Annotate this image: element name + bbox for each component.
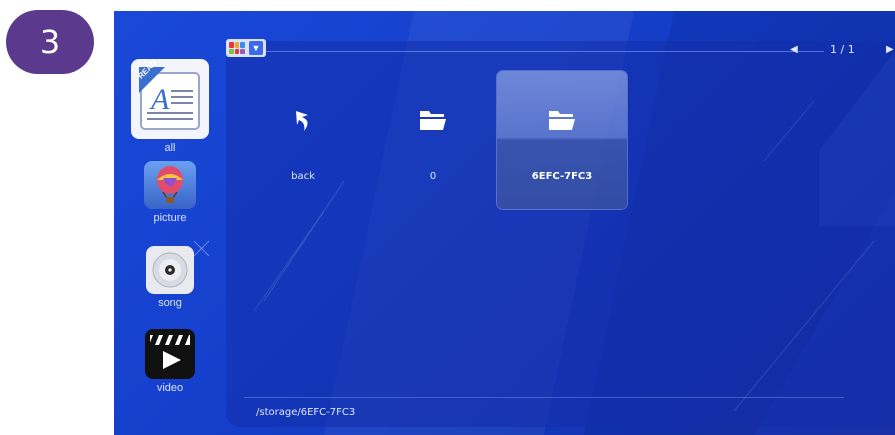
media-category-sidebar: A READ all picture song video (114, 11, 226, 435)
back-arrow-icon (290, 105, 316, 135)
previous-page-button[interactable]: ◀ (790, 44, 798, 55)
sidebar-item-song[interactable]: song (124, 246, 216, 309)
file-item-back[interactable]: back (238, 71, 368, 209)
folder-icon (547, 105, 577, 135)
clapperboard-icon (145, 329, 195, 379)
file-item-label: 0 (429, 171, 437, 182)
chevron-down-icon: ▼ (249, 41, 263, 55)
current-path: /storage/6EFC-7FC3 (256, 407, 356, 418)
page-indicator: 1 / 1 (830, 42, 855, 56)
sidebar-item-label: all (164, 142, 176, 154)
top-divider (264, 51, 824, 52)
file-item-label: 6EFC-7FC3 (531, 171, 593, 182)
svg-text:A: A (149, 83, 170, 116)
view-mode-dropdown[interactable]: ▼ (226, 39, 266, 57)
media-player-screen: A READ all picture song video ▼ ◀ 1 / 1 … (114, 11, 895, 435)
sidebar-item-label: song (158, 297, 182, 309)
folder-icon (418, 105, 448, 135)
sidebar-item-picture[interactable]: picture (124, 161, 216, 224)
grid-view-icon (229, 42, 245, 54)
file-item-folder-6efc-7fc3[interactable]: 6EFC-7FC3 (497, 71, 627, 209)
file-item-folder-0[interactable]: 0 (368, 71, 498, 209)
file-item-label: back (291, 171, 315, 182)
document-read-icon: A READ (131, 59, 209, 139)
sidebar-item-label: video (156, 382, 184, 394)
next-page-button[interactable]: ▶ (886, 44, 894, 55)
sidebar-item-label: picture (153, 212, 187, 224)
music-disc-icon (146, 246, 194, 294)
step-number-badge: 3 (6, 10, 94, 74)
bottom-divider (244, 397, 844, 398)
sidebar-item-video[interactable]: video (124, 329, 216, 394)
sidebar-item-all[interactable]: A READ all (124, 59, 216, 154)
pagination: ◀ 1 / 1 ▶ (790, 41, 895, 57)
hot-air-balloon-icon (144, 161, 196, 209)
